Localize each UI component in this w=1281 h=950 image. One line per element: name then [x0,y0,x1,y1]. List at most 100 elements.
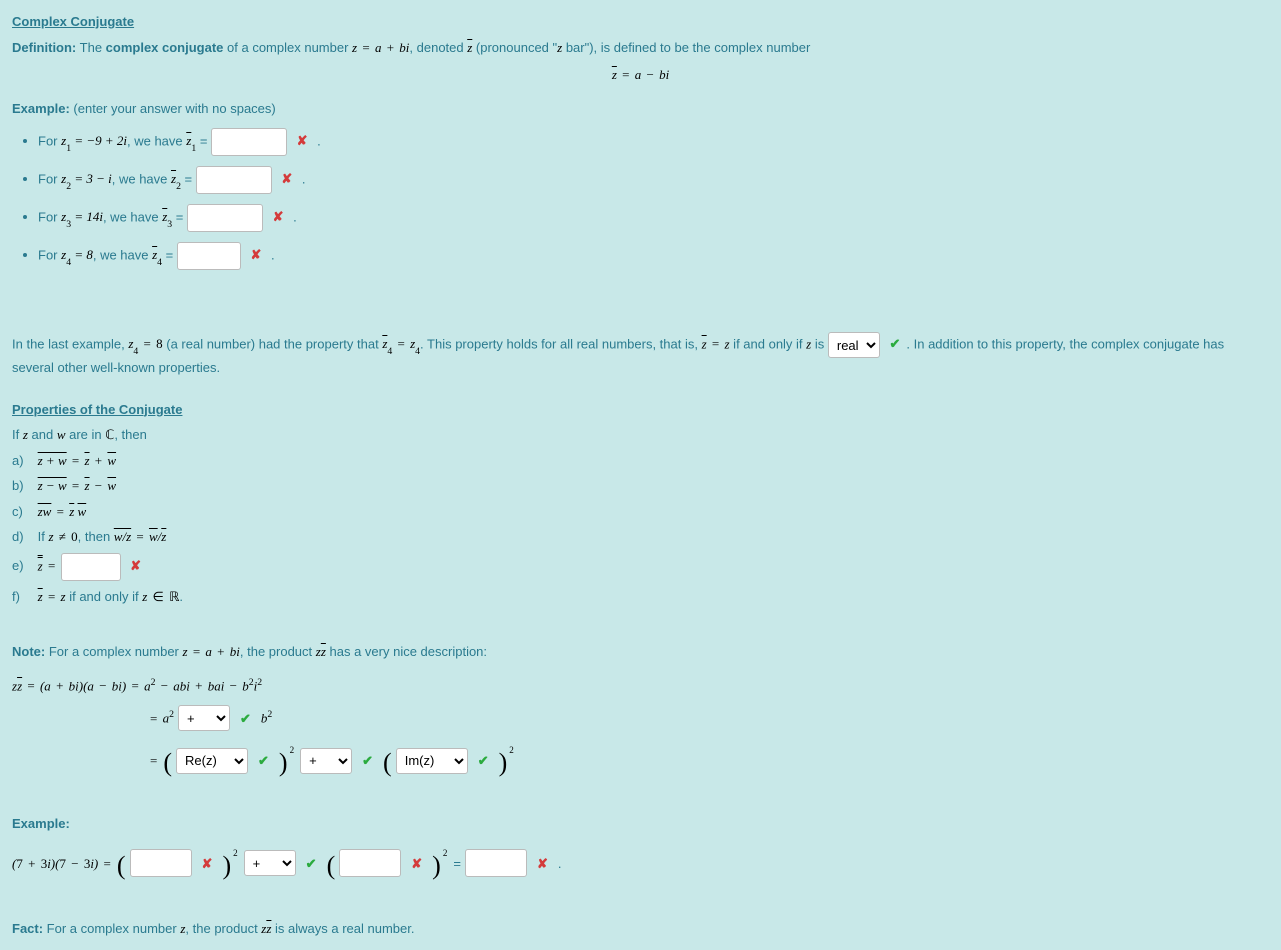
example-header: Example: (enter your answer with no spac… [12,99,1269,119]
pi4: , then [114,427,147,442]
label-c: c) [12,502,34,522]
deriv-line-2: = a2 + ✔ b2 [12,705,1269,731]
ex2-input-3[interactable] [465,849,527,877]
pi3: are in [66,427,106,442]
x-icon: ✘ [273,209,284,224]
sub: 3 [66,219,71,230]
deriv-op-select-1[interactable]: + [178,705,230,731]
def-t3: , denoted [409,40,467,55]
answer-input-z2[interactable] [196,166,272,194]
example-item-4: For z4 = 8, we have z4 = ✘ . [38,242,1269,270]
x-icon: ✘ [202,854,213,874]
barsub: 4 [157,257,162,268]
tail: = [162,247,177,262]
section-title-properties: Properties of the Conjugate [12,400,1269,420]
deriv-line-1: zz = (a + bi)(a − bi) = a2 − abi + bai −… [12,676,1269,696]
sub: 1 [66,143,71,154]
answer-input-z1[interactable] [211,128,287,156]
nt2: , the product [240,644,316,659]
pre: For [38,209,61,224]
mid: , we have [103,209,162,224]
note-prefix: Note: [12,644,45,659]
note-line: Note: For a complex number z = a + bi, t… [12,642,1269,662]
example-item-1: For z1 = −9 + 2i, we have z1 = ✘ . [38,128,1269,156]
prop-b: b) z − w = z − w [12,476,1269,496]
x-icon: ✘ [251,247,262,262]
def-bold: complex conjugate [106,40,224,55]
ex2-input-1[interactable] [130,849,192,877]
d-mid: , then [78,529,114,544]
fact-line: Fact: For a complex number z, the produc… [12,919,1269,939]
real-property-paragraph: In the last example, z4 = 8 (a real numb… [12,332,1269,378]
period: . [298,171,305,186]
tail: = [172,209,187,224]
prop-f: f) z = z if and only if z ∈ ℝ. [12,587,1269,607]
def-t5: bar"), is defined to be the complex numb… [562,40,810,55]
ft2: , the product [185,921,261,936]
deriv-im-select[interactable]: Im(z) [396,748,468,774]
def-t4: (pronounced " [472,40,557,55]
nt1: For a complex number [45,644,182,659]
dot: . [179,589,183,604]
pre: For [38,171,61,186]
def-t2: of a complex number [223,40,352,55]
label-a: a) [12,451,34,471]
barsub: 1 [191,143,196,154]
sub: 2 [66,181,71,192]
mid: , we have [112,171,171,186]
fact-prefix: Fact: [12,921,43,936]
sub: 4 [66,257,71,268]
check-icon: ✔ [240,709,251,729]
ex2-op-select[interactable]: + [244,850,296,876]
prop-a: a) z + w = z + w [12,451,1269,471]
answer-input-z3[interactable] [187,204,263,232]
example2-line: (7 + 3i)(7 − 3i) = ( ✘ )2 + ✔ ( ✘ )2 = ✘… [12,844,1269,883]
label-f: f) [12,587,34,607]
pre: For [38,133,61,148]
eq: = −9 + 2i [71,133,127,148]
ft3: is always a real number. [271,921,414,936]
properties-list: a) z + w = z + w b) z − w = z − w c) zw … [12,451,1269,607]
prop-c: c) zw = z w [12,502,1269,522]
pi1: If [12,427,23,442]
eq: = 3 − i [71,171,112,186]
period: . [314,133,321,148]
def-t1: The [76,40,105,55]
check-icon: ✔ [478,751,489,771]
nt3: has a very nice description: [326,644,487,659]
x-icon: ✘ [537,854,548,874]
x-icon: ✘ [130,558,141,573]
prop-e-input[interactable] [61,553,121,581]
eq: = 14i [71,209,103,224]
x-icon: ✘ [297,133,308,148]
props-intro: If z and w are in ℂ, then [12,425,1269,445]
check-icon: ✔ [889,336,900,351]
label-d: d) [12,527,34,547]
answer-input-z4[interactable] [177,242,241,270]
derivation-block: zz = (a + bi)(a − bi) = a2 − abi + bai −… [12,676,1269,781]
barsub: 2 [176,181,181,192]
check-icon: ✔ [306,854,317,874]
ex2-input-2[interactable] [339,849,401,877]
deriv-re-select[interactable]: Re(z) [176,748,248,774]
definition-prefix: Definition: [12,40,76,55]
prop-e: e) z = ✘ [12,553,1269,581]
equals-sign: = [453,854,461,874]
example-item-3: For z3 = 14i, we have z3 = ✘ . [38,204,1269,232]
period: . [290,209,297,224]
example2-header: Example: [12,814,1269,834]
example-list: For z1 = −9 + 2i, we have z1 = ✘ . For z… [12,128,1269,270]
real-select[interactable]: real [828,332,880,358]
period: . [558,854,562,874]
check-icon: ✔ [362,751,373,771]
barsub: 3 [167,219,172,230]
prop-d: d) If z ≠ 0, then w/z = w/z [12,527,1269,547]
ft1: For a complex number [43,921,180,936]
pre: For [38,247,61,262]
eq: = 8 [71,247,93,262]
mid: , we have [93,247,152,262]
deriv-op-select-2[interactable]: + [300,748,352,774]
x-icon: ✘ [411,854,422,874]
example-item-2: For z2 = 3 − i, we have z2 = ✘ . [38,166,1269,194]
section-title-conjugate: Complex Conjugate [12,12,1269,32]
